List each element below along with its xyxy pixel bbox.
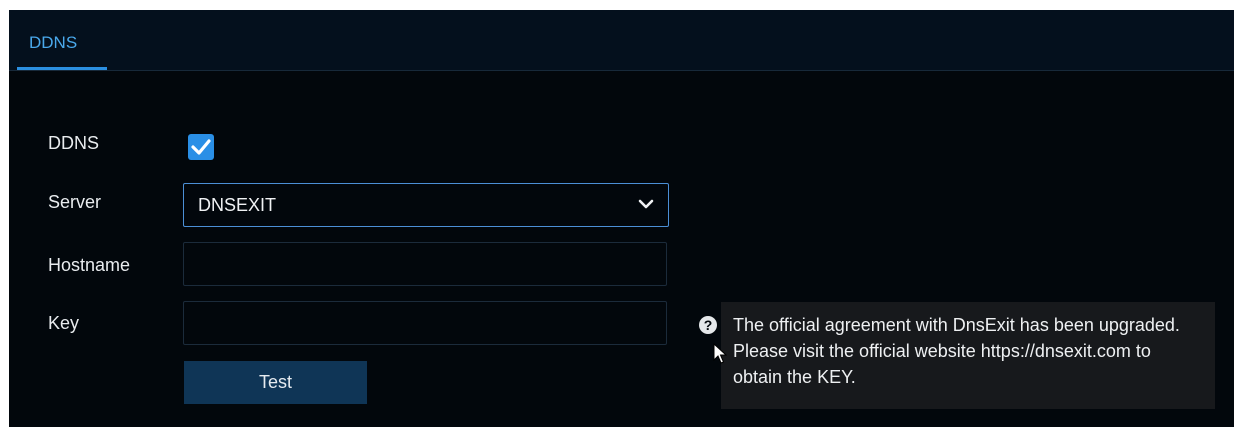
server-select-value: DNSEXIT [198,195,277,215]
key-label: Key [48,313,80,333]
hostname-label: Hostname [48,255,131,275]
help-tooltip: The official agreement with DnsExit has … [721,302,1215,409]
ddns-settings-panel: DDNS DDNS Server DNSEXIT Hostname Key Te… [9,10,1234,427]
ddns-checkbox[interactable] [188,134,214,160]
mouse-cursor-icon [713,343,727,364]
test-button[interactable]: Test [184,361,367,404]
question-circle-icon[interactable]: ? [699,316,717,334]
tab-ddns[interactable]: DDNS [17,10,107,70]
key-input[interactable] [183,301,667,345]
tab-bar: DDNS [9,10,1234,71]
checkmark-icon [191,139,211,155]
chevron-down-icon [638,199,654,209]
hostname-input[interactable] [183,242,667,286]
server-label: Server [48,192,102,212]
server-select[interactable]: DNSEXIT [183,183,669,227]
tooltip-text: The official agreement with DnsExit has … [733,315,1180,387]
tab-active-indicator [17,67,107,70]
top-strip [0,0,1234,10]
ddns-label: DDNS [48,133,100,153]
tab-ddns-label: DDNS [29,33,78,52]
